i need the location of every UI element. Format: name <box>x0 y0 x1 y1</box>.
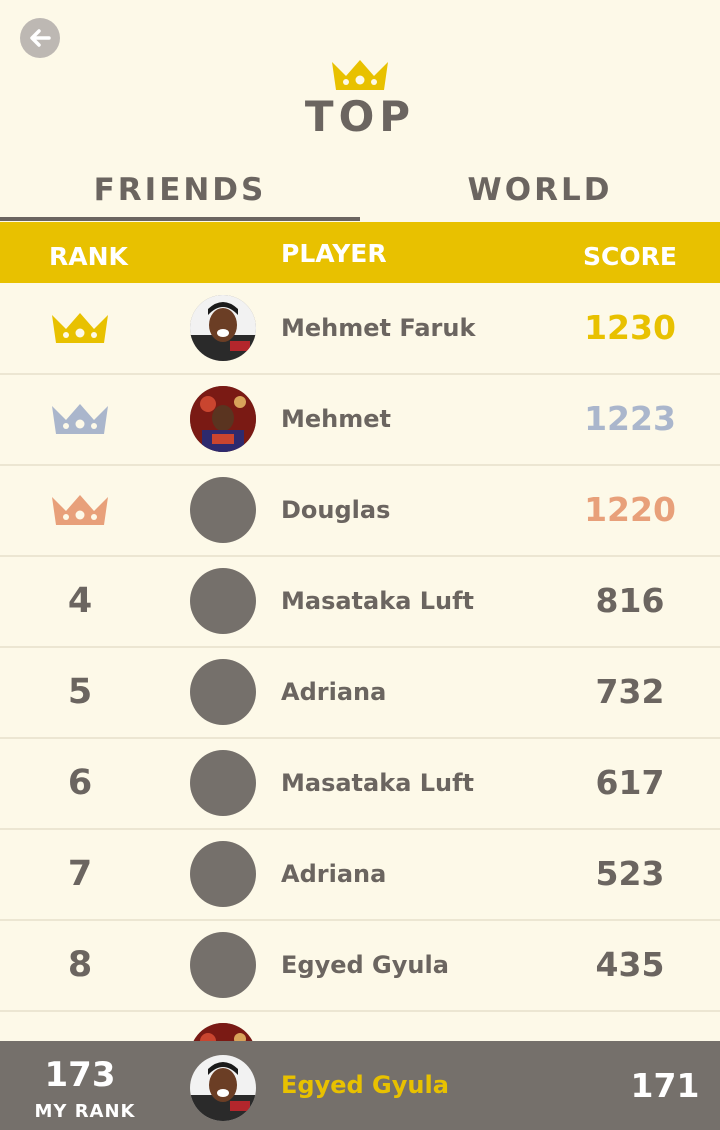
player-score: 816 <box>595 581 665 620</box>
leaderboard-row[interactable]: 4 Masataka Luft 816 <box>0 556 720 648</box>
rank-number: 6 <box>67 763 93 803</box>
player-score: 1223 <box>584 399 676 438</box>
player-name: Adriana <box>281 678 387 706</box>
avatar <box>190 386 256 452</box>
rank-number: 9 <box>30 1011 130 1041</box>
avatar <box>190 568 256 634</box>
player-name: Masataka Luft <box>281 769 475 797</box>
player-score: 1220 <box>584 490 676 529</box>
score-column-header: SCORE <box>583 242 677 271</box>
player-score: 1230 <box>584 308 676 347</box>
leaderboard-row[interactable]: Douglas 1220 <box>0 465 720 557</box>
rank-column-header: RANK <box>49 242 128 271</box>
player-score <box>560 1011 700 1041</box>
arrow-left-icon <box>30 29 51 47</box>
player-name: Mehmet <box>281 405 392 433</box>
player-score: 435 <box>595 945 665 984</box>
tab-world[interactable]: WORLD <box>360 170 720 220</box>
rank-number: 4 <box>67 581 93 621</box>
player-name: Douglas <box>281 496 391 524</box>
crown-icon <box>332 60 388 90</box>
leaderboard-row[interactable]: 8 Egyed Gyula 435 <box>0 920 720 1012</box>
my-player-name: Egyed Gyula <box>281 1071 449 1099</box>
rank-number: 7 <box>67 854 93 894</box>
player-name: Adriana <box>281 860 387 888</box>
player-name: Masataka Luft <box>281 587 475 615</box>
column-header-bar: RANK PLAYER SCORE <box>0 222 720 283</box>
my-rank-bar[interactable]: 173 MY RANK Egyed Gyula 171 <box>0 1041 720 1130</box>
leaderboard-row[interactable]: 5 Adriana 732 <box>0 647 720 739</box>
leaderboard-row[interactable]: 9 <box>0 1011 720 1041</box>
leaderboard-row[interactable]: 6 Masataka Luft 617 <box>0 738 720 830</box>
player-score: 617 <box>595 763 665 802</box>
player-name: Egyed Gyula <box>281 951 449 979</box>
avatar <box>190 295 256 361</box>
player-column-header: PLAYER <box>281 239 387 268</box>
bronze-crown-icon <box>52 495 108 525</box>
avatar <box>190 659 256 725</box>
page-title: TOP <box>304 92 416 141</box>
tab-friends[interactable]: FRIENDS <box>0 170 360 220</box>
avatar <box>190 477 256 543</box>
my-rank-number: 173 <box>44 1055 116 1095</box>
rank-number: 8 <box>67 945 93 985</box>
leaderboard-row[interactable]: Mehmet Faruk 1230 <box>0 283 720 375</box>
my-player-score: 171 <box>630 1066 700 1105</box>
avatar <box>190 932 256 998</box>
rank-number: 5 <box>67 672 93 712</box>
active-tab-indicator <box>0 217 360 221</box>
player-name: Mehmet Faruk <box>281 314 476 342</box>
avatar <box>190 1023 256 1041</box>
leaderboard-row[interactable]: Mehmet 1223 <box>0 374 720 466</box>
my-rank-label: MY RANK <box>34 1101 136 1122</box>
leaderboard-row[interactable]: 7 Adriana 523 <box>0 829 720 921</box>
leaderboard-list[interactable]: Mehmet Faruk 1230 Mehmet 1223 Douglas 12… <box>0 283 720 1041</box>
avatar <box>190 1055 256 1121</box>
avatar <box>190 750 256 816</box>
gold-crown-icon <box>52 313 108 343</box>
avatar <box>190 841 256 907</box>
back-button[interactable] <box>20 18 60 58</box>
silver-crown-icon <box>52 404 108 434</box>
player-score: 523 <box>595 854 665 893</box>
player-score: 732 <box>595 672 665 711</box>
